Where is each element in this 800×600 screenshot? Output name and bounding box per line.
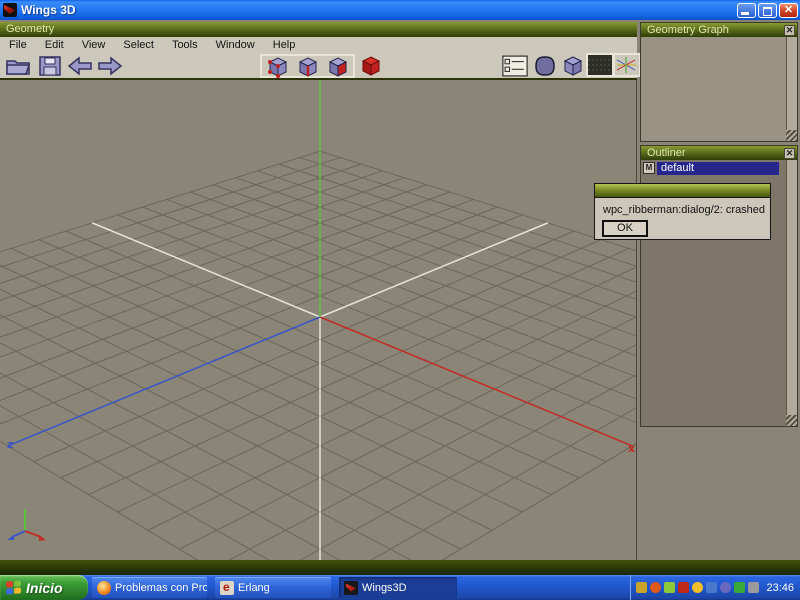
crash-dialog-message: wpc_ribberman:dialog/2: crashed: [603, 204, 766, 216]
geometry-window-titlebar[interactable]: Geometry: [0, 22, 637, 37]
geometry-graph-content[interactable]: [641, 37, 797, 141]
smooth-shaded-button[interactable]: [531, 55, 559, 77]
taskbar-button-label: Wings3D: [362, 581, 407, 594]
menu-tools[interactable]: Tools: [163, 38, 207, 52]
smiley-icon[interactable]: [692, 582, 704, 593]
dialog-list-icon: [502, 55, 528, 77]
taskbar-button-label: Erlang: [238, 581, 270, 594]
close-icon: ✕: [783, 4, 794, 16]
start-button[interactable]: Inicio: [0, 575, 88, 600]
show-axes-toggle[interactable]: [613, 53, 641, 77]
start-button-label: Inicio: [26, 579, 63, 596]
z-axis-label: z: [7, 438, 13, 451]
face-mode-icon: [328, 57, 348, 77]
wireframe-view-icon: [563, 56, 583, 76]
window-title: Wings 3D: [21, 3, 76, 17]
minimize-icon: [741, 12, 749, 15]
taskbar-button-wings3d[interactable]: Wings3D: [339, 577, 457, 598]
redo-button[interactable]: [96, 55, 124, 77]
outliner-item-default[interactable]: M default: [643, 161, 779, 175]
body-mode-button[interactable]: [357, 55, 385, 77]
outliner-resize-grip[interactable]: [786, 415, 797, 426]
selection-mode-group: [260, 54, 355, 78]
ground-grid: [0, 150, 636, 560]
geometry-graph-panel: Geometry Graph ✕: [640, 22, 798, 142]
undo-arrow-icon: [67, 56, 92, 76]
scheduler-icon[interactable]: [720, 582, 732, 593]
taskbar: Inicio Problemas con Progra... Erlang Wi…: [0, 575, 800, 600]
vertex-mode-button[interactable]: [264, 56, 292, 78]
geometry-graph-resize-grip[interactable]: [786, 130, 797, 141]
material-icon: M: [643, 162, 655, 174]
system-tray: 23:46: [630, 575, 800, 600]
restore-button[interactable]: [758, 3, 777, 18]
wings3d-icon: [344, 580, 358, 595]
menu-window[interactable]: Window: [207, 38, 264, 52]
status-bar: [0, 560, 800, 575]
crash-dialog-titlebar[interactable]: [595, 184, 770, 198]
firefox-icon: [97, 580, 111, 595]
outliner-titlebar[interactable]: Outliner ✕: [641, 146, 797, 160]
ok-button[interactable]: OK: [602, 220, 648, 237]
mini-axis-gizmo: [7, 509, 46, 541]
axes-toggle-icon: [615, 55, 639, 75]
desktop: Wings 3D ✕ Geometry File Edit View Selec…: [0, 0, 800, 600]
open-button[interactable]: [4, 55, 32, 77]
ground-plane-toggle-icon: [588, 55, 612, 75]
windows-flag-icon: [6, 579, 21, 595]
menubar: File Edit View Select Tools Window Help: [0, 37, 637, 53]
tray-clock[interactable]: 23:46: [766, 582, 794, 594]
redo-arrow-icon: [98, 56, 123, 76]
crash-dialog: wpc_ribberman:dialog/2: crashed OK: [594, 183, 771, 240]
undo-button[interactable]: [66, 55, 94, 77]
network-icon[interactable]: [706, 582, 718, 593]
dialog-list-button[interactable]: [501, 55, 529, 77]
x-axis-label: x: [628, 442, 635, 455]
antivirus-icon[interactable]: [664, 582, 676, 593]
volume-icon[interactable]: [678, 582, 690, 593]
update-icon[interactable]: [650, 582, 662, 593]
taskbar-button-erlang[interactable]: Erlang: [215, 577, 331, 598]
taskbar-button-firefox[interactable]: Problemas con Progra...: [92, 577, 207, 598]
menu-file[interactable]: File: [0, 38, 36, 52]
tray-icons: [636, 582, 762, 593]
save-button[interactable]: [36, 55, 64, 77]
edge-mode-icon: [298, 57, 318, 77]
viewport-3d-canvas[interactable]: x z: [0, 80, 636, 560]
menu-select[interactable]: Select: [114, 38, 163, 52]
ground-plane-toggle[interactable]: [586, 53, 614, 77]
geometry-graph-title: Geometry Graph: [647, 24, 729, 36]
vertex-mode-icon: [268, 57, 288, 78]
menu-view[interactable]: View: [73, 38, 115, 52]
taskbar-button-label: Problemas con Progra...: [115, 581, 207, 594]
outliner-item-label[interactable]: default: [657, 161, 779, 175]
outliner-title: Outliner: [647, 147, 686, 159]
window-titlebar[interactable]: Wings 3D ✕: [0, 0, 800, 20]
edge-mode-button[interactable]: [294, 56, 322, 78]
geometry-graph-scrollbar[interactable]: [786, 37, 797, 141]
geometry-window-title: Geometry: [6, 23, 55, 35]
open-icon: [6, 60, 31, 75]
body-mode-icon: [361, 56, 381, 76]
graphics-icon[interactable]: [734, 582, 746, 593]
usb-icon[interactable]: [748, 582, 760, 593]
close-button[interactable]: ✕: [779, 3, 798, 18]
viewport[interactable]: x z: [0, 80, 637, 560]
wings3d-app-icon: [3, 3, 17, 17]
outliner-close-icon[interactable]: ✕: [784, 147, 795, 159]
erlang-icon: [220, 580, 234, 595]
geometry-graph-close-icon[interactable]: ✕: [784, 24, 795, 36]
minimize-button[interactable]: [737, 3, 756, 18]
geometry-graph-titlebar[interactable]: Geometry Graph ✕: [641, 23, 797, 37]
flat-shaded-button[interactable]: [559, 55, 587, 77]
menu-help[interactable]: Help: [264, 38, 305, 52]
smooth-view-icon: [535, 56, 555, 76]
restore-icon: [763, 7, 772, 16]
face-mode-button[interactable]: [324, 56, 352, 78]
menu-edit[interactable]: Edit: [36, 38, 73, 52]
outliner-scrollbar[interactable]: [786, 160, 797, 426]
messenger-icon[interactable]: [636, 582, 648, 593]
save-icon: [39, 56, 61, 76]
toolbar: [0, 53, 641, 80]
